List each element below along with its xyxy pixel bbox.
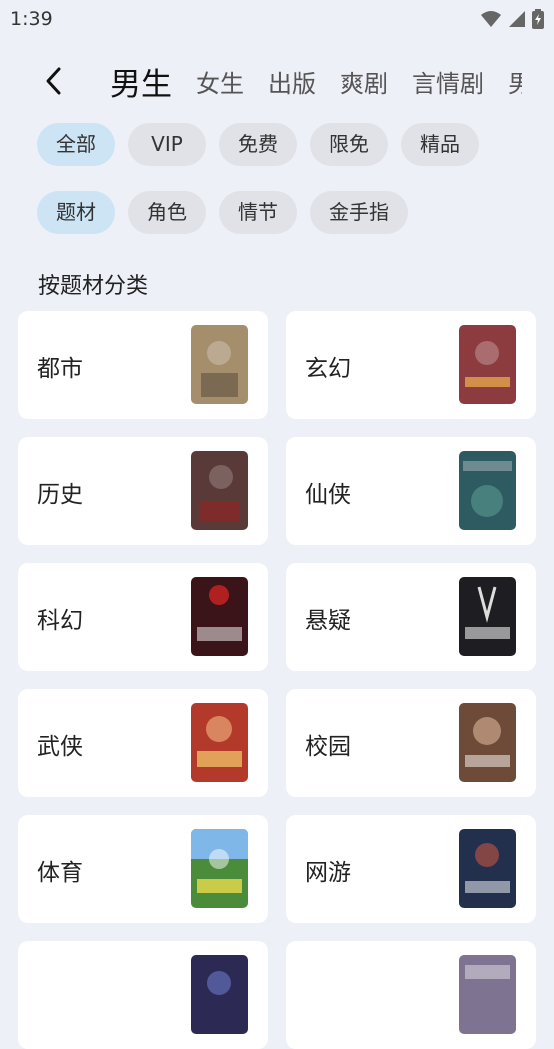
category-card[interactable]: 科幻	[18, 563, 268, 671]
category-label: 科幻	[37, 608, 83, 634]
battery-icon	[532, 9, 544, 29]
category-card[interactable]: 历史	[18, 437, 268, 545]
chip-plot[interactable]: 情节	[219, 191, 297, 234]
tab-publish[interactable]: 出版	[268, 64, 316, 99]
category-card[interactable]: 体育	[18, 815, 268, 923]
chip-all[interactable]: 全部	[37, 123, 115, 166]
book-cover-image	[191, 829, 248, 908]
top-nav: 男生 女生 出版 爽剧 言情剧 男	[0, 58, 554, 104]
category-card[interactable]	[286, 941, 536, 1049]
category-grid: 都市 玄幻 历史 仙侠 科幻 悬疑 武侠 校园 体育 网游	[18, 311, 536, 1049]
book-cover-image	[459, 955, 516, 1034]
chip-theme[interactable]: 题材	[37, 191, 115, 234]
book-cover-image	[459, 703, 516, 782]
chip-premium[interactable]: 精品	[401, 123, 479, 166]
category-card[interactable]: 武侠	[18, 689, 268, 797]
section-title: 按题材分类	[38, 274, 149, 299]
filter-row-price: 全部 VIP 免费 限免 精品	[37, 123, 479, 166]
category-label: 体育	[37, 860, 83, 886]
status-bar: 1:39	[0, 0, 554, 38]
book-cover-image	[191, 955, 248, 1034]
book-cover-image	[459, 829, 516, 908]
category-card[interactable]: 悬疑	[286, 563, 536, 671]
category-card[interactable]: 仙侠	[286, 437, 536, 545]
tab-partial[interactable]: 男	[508, 64, 522, 99]
book-cover-image	[459, 451, 516, 530]
signal-icon	[508, 10, 526, 28]
category-label: 都市	[37, 356, 83, 382]
category-card[interactable]: 校园	[286, 689, 536, 797]
chip-limited-free[interactable]: 限免	[310, 123, 388, 166]
tab-male[interactable]: 男生	[110, 59, 172, 104]
filter-row-type: 题材 角色 情节 金手指	[37, 191, 408, 234]
category-label: 历史	[37, 482, 83, 508]
category-card[interactable]: 都市	[18, 311, 268, 419]
chip-free[interactable]: 免费	[219, 123, 297, 166]
tab-female[interactable]: 女生	[196, 64, 244, 99]
book-cover-image	[191, 451, 248, 530]
book-cover-image	[191, 577, 248, 656]
book-cover-image	[191, 325, 248, 404]
category-label: 仙侠	[305, 482, 351, 508]
book-cover-image	[459, 577, 516, 656]
chip-golden-finger[interactable]: 金手指	[310, 191, 408, 234]
back-arrow-icon[interactable]	[40, 66, 70, 96]
category-card[interactable]: 玄幻	[286, 311, 536, 419]
chip-role[interactable]: 角色	[128, 191, 206, 234]
status-icons	[480, 9, 544, 29]
category-label: 武侠	[37, 734, 83, 760]
category-label: 校园	[305, 734, 351, 760]
category-label: 网游	[305, 860, 351, 886]
category-card[interactable]: 网游	[286, 815, 536, 923]
tab-drama[interactable]: 爽剧	[340, 64, 388, 99]
category-card[interactable]	[18, 941, 268, 1049]
book-cover-image	[191, 703, 248, 782]
status-time: 1:39	[10, 8, 53, 30]
category-label: 玄幻	[305, 356, 351, 382]
wifi-icon	[480, 10, 502, 28]
category-tabs: 男生 女生 出版 爽剧 言情剧 男	[110, 58, 522, 104]
book-cover-image	[459, 325, 516, 404]
tab-romance-drama[interactable]: 言情剧	[412, 64, 484, 99]
category-label: 悬疑	[305, 608, 351, 634]
chip-vip[interactable]: VIP	[128, 123, 206, 166]
